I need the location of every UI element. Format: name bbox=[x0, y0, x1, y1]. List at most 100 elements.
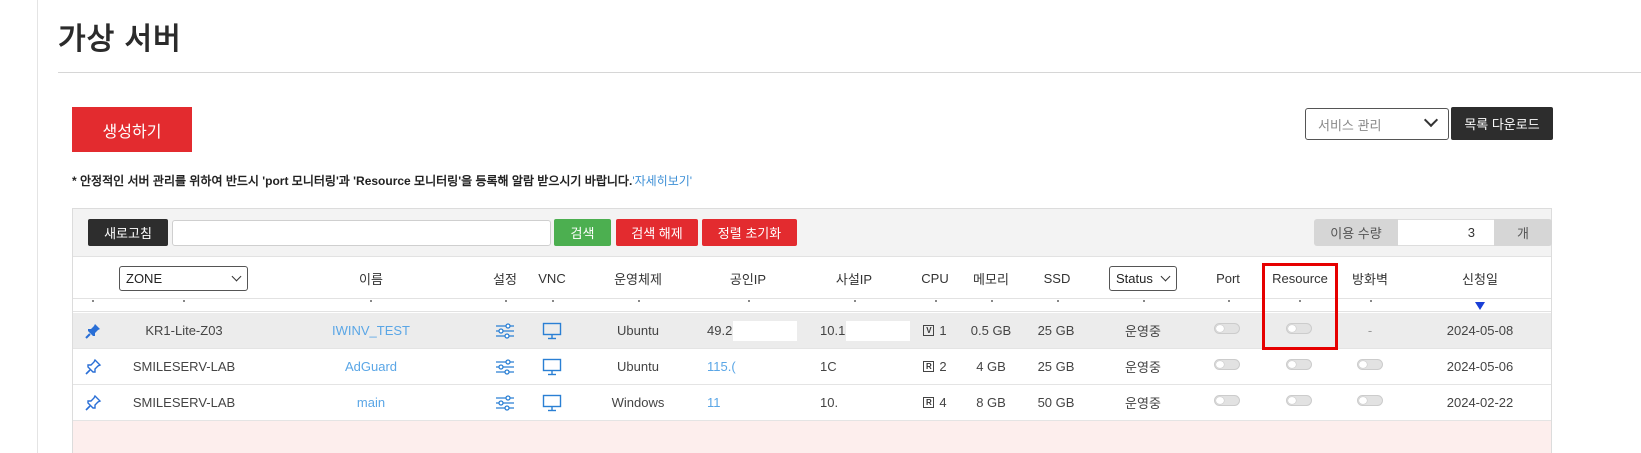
sort-dot bbox=[935, 300, 937, 302]
vnc-monitor-icon[interactable] bbox=[540, 313, 564, 348]
reset-sort-button[interactable]: 정렬 초기화 bbox=[702, 219, 797, 246]
public-ip-cell: 11 bbox=[707, 385, 797, 420]
date-cell: 2024-05-08 bbox=[1446, 323, 1514, 338]
private-ip-value: 10.1 bbox=[820, 323, 846, 338]
cpu-cell: V1 bbox=[913, 313, 957, 348]
sort-dot bbox=[183, 300, 185, 302]
download-list-button[interactable]: 목록 다운로드 bbox=[1451, 107, 1553, 140]
column-header-ssd[interactable]: SSD bbox=[1035, 257, 1079, 299]
sort-dot bbox=[1143, 300, 1145, 302]
clear-search-button[interactable]: 검색 해제 bbox=[616, 219, 698, 246]
chevron-down-icon bbox=[1423, 112, 1439, 128]
masked-region bbox=[733, 320, 797, 341]
pin-icon[interactable] bbox=[81, 385, 105, 420]
firewall-toggle[interactable] bbox=[1355, 349, 1385, 379]
search-input[interactable] bbox=[172, 220, 551, 246]
column-header-port: Port bbox=[1216, 270, 1240, 286]
os-cell: Ubuntu bbox=[617, 359, 659, 374]
status-cell: 운영중 bbox=[1125, 324, 1161, 339]
pin-icon[interactable] bbox=[81, 349, 105, 384]
zone-cell: KR1-Lite-Z03 bbox=[145, 323, 223, 338]
vnc-monitor-icon[interactable] bbox=[540, 385, 564, 420]
public-ip-cell: 115.( bbox=[707, 349, 797, 384]
pin-icon[interactable] bbox=[81, 313, 105, 348]
sort-dot bbox=[748, 300, 750, 302]
toggle-switch[interactable] bbox=[1214, 358, 1240, 370]
refresh-button[interactable]: 새로고침 bbox=[88, 219, 168, 246]
toggle-switch[interactable] bbox=[1357, 358, 1383, 370]
private-ip-cell: 10.1 bbox=[820, 313, 910, 348]
zone-cell: SMILESERV-LAB bbox=[132, 395, 236, 410]
resource-column-highlight bbox=[1262, 263, 1338, 350]
cpu-value: 4 bbox=[939, 395, 947, 410]
toggle-switch[interactable] bbox=[1286, 358, 1312, 370]
column-header-vnc: VNC bbox=[538, 270, 566, 286]
ssd-cell: 25 GB bbox=[1037, 359, 1075, 374]
server-name-link[interactable]: main bbox=[321, 385, 421, 420]
cpu-value: 2 bbox=[939, 359, 947, 374]
cpu-type-badge: V bbox=[923, 325, 935, 336]
cpu-cell: R4 bbox=[913, 385, 957, 420]
memory-cell: 0.5 GB bbox=[970, 323, 1012, 338]
column-header-private-ip[interactable]: 사설IP bbox=[809, 257, 899, 299]
os-cell: Ubuntu bbox=[617, 323, 659, 338]
sort-dot bbox=[1370, 300, 1372, 302]
sort-dot bbox=[991, 300, 993, 302]
create-server-button[interactable]: 생성하기 bbox=[72, 107, 192, 152]
date-cell: 2024-02-22 bbox=[1446, 395, 1514, 410]
private-ip-cell: 10. bbox=[820, 385, 910, 420]
column-header-firewall: 방화벽 bbox=[1352, 271, 1388, 287]
resource-monitor-toggle[interactable] bbox=[1284, 385, 1314, 415]
column-header-settings: 설정 bbox=[493, 271, 517, 287]
zone-filter-select[interactable]: ZONE bbox=[119, 266, 248, 291]
column-header-date[interactable]: 신청일 bbox=[1433, 257, 1527, 299]
usage-value: 3 bbox=[1398, 219, 1494, 246]
column-header-public-ip[interactable]: 공인IP bbox=[703, 257, 793, 299]
sort-dot bbox=[505, 300, 507, 302]
usage-label: 이용 수량 bbox=[1314, 219, 1398, 246]
server-name-link[interactable]: IWINV_TEST bbox=[321, 313, 421, 348]
toggle-switch[interactable] bbox=[1214, 322, 1240, 334]
column-header-cpu[interactable]: CPU bbox=[913, 257, 957, 299]
public-ip-value[interactable]: 11 bbox=[707, 395, 721, 410]
status-filter-select[interactable]: Status bbox=[1109, 266, 1177, 291]
toggle-switch[interactable] bbox=[1357, 394, 1383, 406]
public-ip-value[interactable]: 115.( bbox=[707, 359, 736, 374]
page-title: 가상 서버 bbox=[58, 23, 182, 56]
port-monitor-toggle[interactable] bbox=[1212, 385, 1242, 415]
masked-region bbox=[846, 320, 910, 341]
settings-sliders-icon[interactable] bbox=[493, 313, 517, 348]
private-ip-value: 10. bbox=[820, 395, 839, 410]
toggle-switch[interactable] bbox=[1286, 394, 1312, 406]
vnc-monitor-icon[interactable] bbox=[540, 349, 564, 384]
column-header-memory[interactable]: 메모리 bbox=[966, 257, 1016, 299]
private-ip-value: 1C bbox=[820, 359, 837, 374]
search-button[interactable]: 검색 bbox=[554, 219, 611, 246]
settings-sliders-icon[interactable] bbox=[493, 385, 517, 420]
column-header-name[interactable]: 이름 bbox=[321, 257, 421, 299]
public-ip-value: 49.2 bbox=[707, 323, 733, 338]
public-ip-cell: 49.2 bbox=[707, 313, 797, 348]
table-row[interactable]: SMILESERV-LAB main Windows 11 10. R 4 8 GB 50 GB… bbox=[73, 385, 1551, 421]
usage-count: 이용 수량 3 개 bbox=[1314, 219, 1552, 246]
table-row[interactable]: SMILESERV-LAB AdGuard Ubuntu 115.(1C R 2 4 GB 2… bbox=[73, 349, 1551, 385]
cpu-value: 1 bbox=[939, 323, 947, 338]
notice-text: * 안정적인 서버 관리를 위하여 반드시 'port 모니터링'과 'Reso… bbox=[72, 174, 633, 188]
settings-sliders-icon[interactable] bbox=[493, 349, 517, 384]
toggle-switch[interactable] bbox=[1214, 394, 1240, 406]
zone-cell: SMILESERV-LAB bbox=[132, 359, 236, 374]
sort-descending-icon[interactable] bbox=[1475, 302, 1485, 310]
cpu-type-badge: R bbox=[923, 397, 935, 408]
sort-dot bbox=[638, 300, 640, 302]
port-monitor-toggle[interactable] bbox=[1212, 349, 1242, 379]
resource-monitor-toggle[interactable] bbox=[1284, 349, 1314, 379]
firewall-toggle[interactable] bbox=[1355, 385, 1385, 415]
column-header-os[interactable]: 운영체제 bbox=[593, 257, 683, 299]
details-link[interactable]: '자세히보기' bbox=[632, 174, 692, 188]
firewall-cell: - bbox=[1367, 323, 1373, 338]
title-divider bbox=[58, 72, 1641, 73]
port-monitor-toggle[interactable] bbox=[1212, 313, 1242, 343]
service-management-select[interactable]: 서비스 관리 bbox=[1305, 108, 1449, 140]
server-name-link[interactable]: AdGuard bbox=[321, 349, 421, 384]
sort-dot bbox=[370, 300, 372, 302]
